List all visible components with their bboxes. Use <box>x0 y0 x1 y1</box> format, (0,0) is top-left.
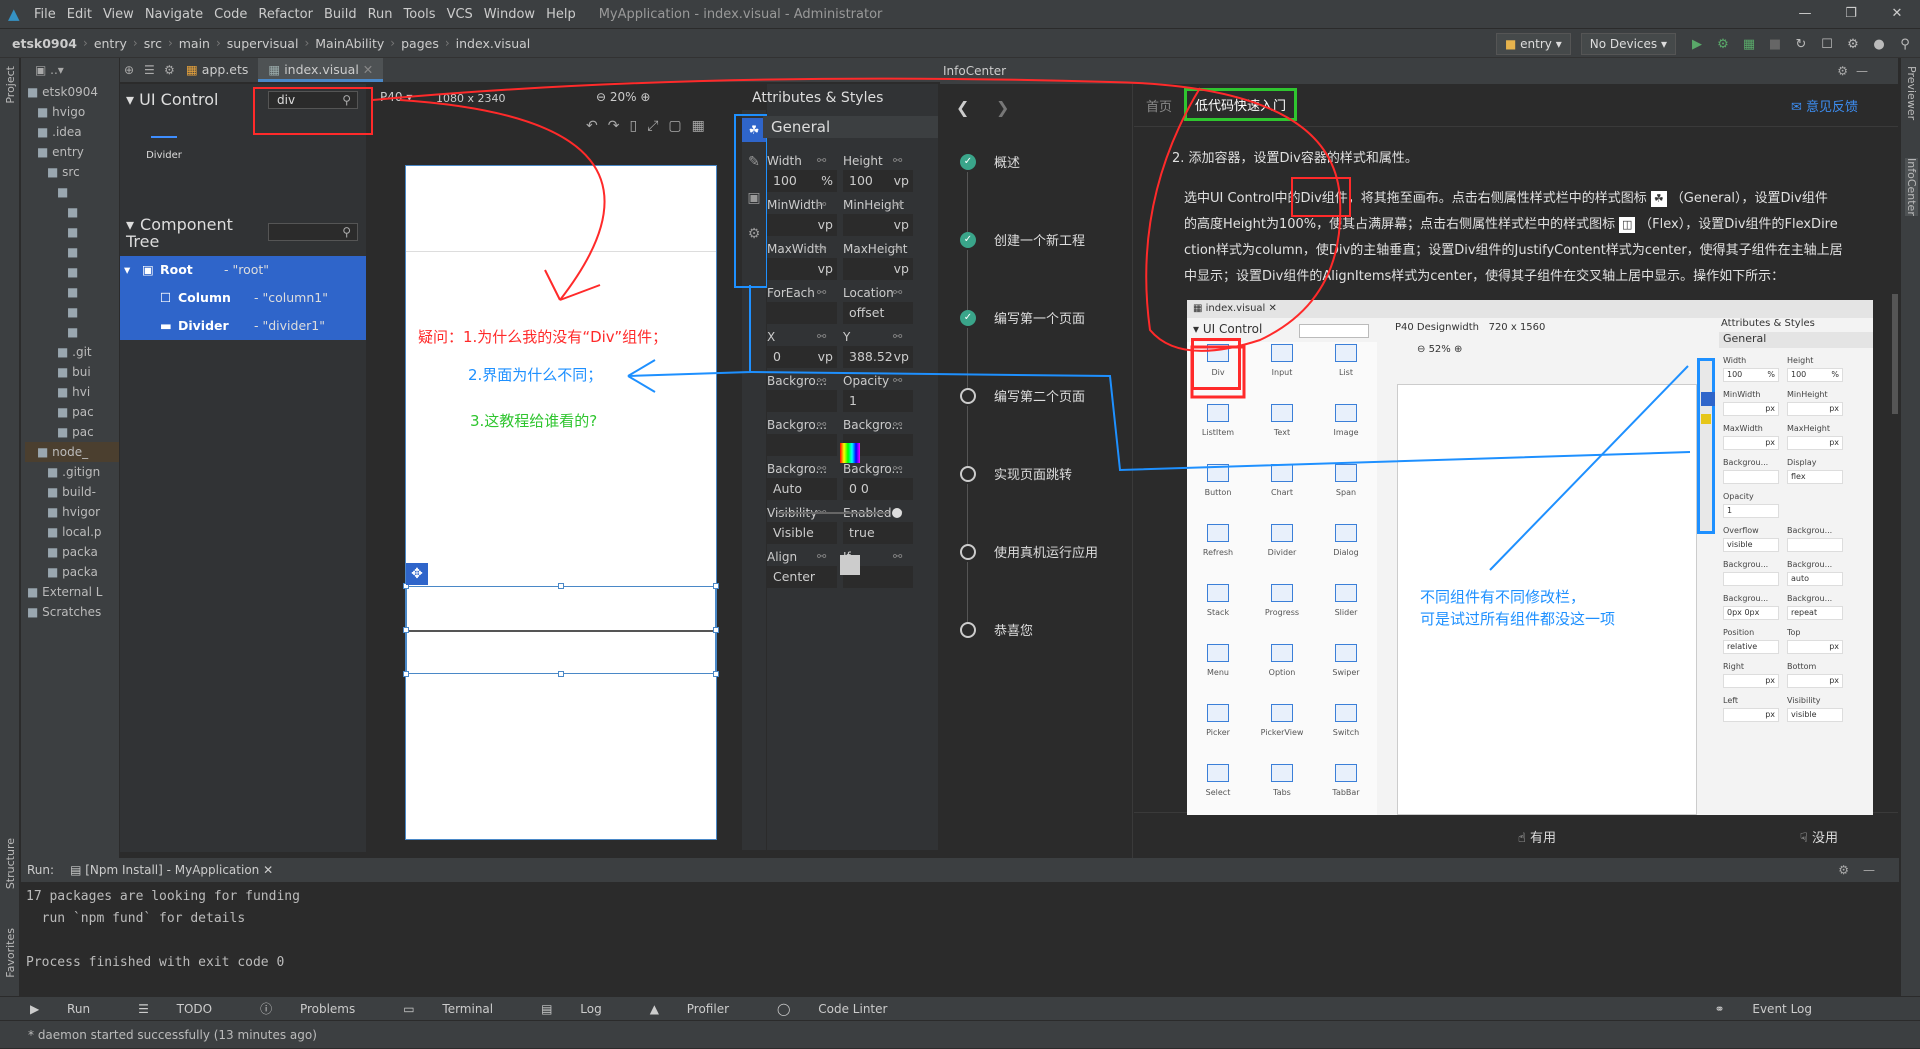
profiler-icon: ▲ <box>649 1001 663 1016</box>
code-linter-tool-button[interactable]: ◯ Code Linter <box>777 1002 911 1016</box>
annotation-blue-line-1 <box>627 285 751 377</box>
code-linter-tool-label: Code Linter <box>818 1001 888 1016</box>
list-icon: ☰ <box>138 1001 153 1016</box>
log-icon: ▤ <box>541 1001 557 1016</box>
bottom-tool-bar: ▶ Run ☰ TODO ⓘ Problems ▭ Terminal ▤ Log… <box>0 996 1920 1020</box>
terminal-icon: ▭ <box>403 1001 419 1016</box>
problems-icon: ⓘ <box>260 1002 276 1016</box>
annotation-div-box <box>1190 345 1246 399</box>
problems-tool-label: Problems <box>299 1002 356 1016</box>
console-line: Process finished with exit code 0 <box>26 955 285 970</box>
annotation-blue-line-2 <box>749 371 1691 472</box>
event-log-label: Event Log <box>1752 1001 1812 1016</box>
hide-panel-icon[interactable]: — <box>1863 863 1875 877</box>
profiler-tool-button[interactable]: ▲ Profiler <box>650 1002 753 1016</box>
annotation-tab-box <box>1291 177 1351 217</box>
annotation-blue-arrow-2 <box>1489 365 1689 571</box>
console-line: run `npm fund` for details <box>26 911 246 926</box>
run-tab[interactable]: ▤ [Npm Install] - MyApplication ✕ <box>70 863 273 877</box>
event-log-button[interactable]: ⚭ Event Log <box>1715 1002 1837 1016</box>
profiler-tool-label: Profiler <box>686 1001 730 1016</box>
console-line: 17 packages are looking for funding <box>26 889 300 904</box>
annotation-search-box <box>253 87 373 135</box>
run-tool-label: Run <box>67 1001 91 1016</box>
event-log-icon: ⚭ <box>1714 1001 1729 1016</box>
linter-icon: ◯ <box>777 1001 795 1016</box>
run-panel-header: Run: ▤ [Npm Install] - MyApplication ✕ ⚙… <box>21 858 1899 882</box>
run-tab-label: [Npm Install] - MyApplication <box>85 863 260 877</box>
status-message: * daemon started successfully (13 minute… <box>28 1028 317 1042</box>
npm-icon: ▤ <box>70 863 86 877</box>
annotation-red-arrow <box>399 99 606 301</box>
run-label: Run: <box>27 863 55 877</box>
status-bar: * daemon started successfully (13 minute… <box>0 1020 1920 1048</box>
todo-tool-button[interactable]: ☰ TODO <box>138 1002 236 1016</box>
annotation-red-arrowhead <box>544 269 601 301</box>
run-icon: ▶ <box>30 1001 44 1016</box>
problems-tool-button[interactable]: ⓘ Problems <box>260 1000 379 1017</box>
log-tool-label: Log <box>580 1001 602 1016</box>
run-console: 17 packages are looking for funding run … <box>26 886 300 974</box>
todo-tool-label: TODO <box>176 1001 213 1016</box>
run-tool-button[interactable]: ▶ Run <box>30 1002 114 1016</box>
log-tool-button[interactable]: ▤ Log <box>541 1002 626 1016</box>
settings-icon[interactable]: ⚙ <box>1838 863 1849 877</box>
terminal-tool-label: Terminal <box>442 1001 494 1016</box>
terminal-tool-button[interactable]: ▭ Terminal <box>403 1002 517 1016</box>
run-tab-close-icon[interactable]: ✕ <box>263 863 273 877</box>
